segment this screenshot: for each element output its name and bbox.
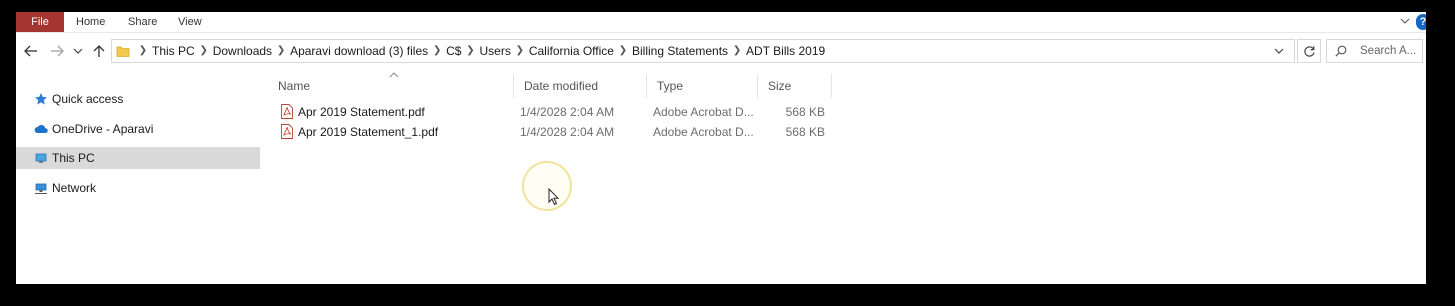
network-icon xyxy=(35,183,47,194)
file-type: Adobe Acrobat D... xyxy=(653,105,753,119)
navigation-toolbar: ❯ This PC ❯ Downloads ❯ Aparavi download… xyxy=(16,36,1426,66)
file-row[interactable]: Apr 2019 Statement_1.pdf 1/4/2028 2:04 A… xyxy=(268,122,832,142)
breadcrumb-billing-statements[interactable]: Billing Statements xyxy=(632,44,728,58)
back-button[interactable] xyxy=(20,40,42,62)
breadcrumb-this-pc[interactable]: This PC xyxy=(152,44,195,58)
arrow-up-icon xyxy=(93,45,105,57)
file-name: Apr 2019 Statement_1.pdf xyxy=(298,125,439,139)
tab-file[interactable]: File xyxy=(16,12,64,32)
folder-icon xyxy=(116,46,130,57)
breadcrumb-california-office[interactable]: California Office xyxy=(529,44,614,58)
navigation-pane: Quick access OneDrive - Aparavi This PC … xyxy=(16,72,260,284)
breadcrumb-separator-icon[interactable]: ❯ xyxy=(195,40,213,62)
pdf-file-icon xyxy=(281,124,293,139)
file-name: Apr 2019 Statement.pdf xyxy=(298,105,425,119)
breadcrumb-c-share[interactable]: C$ xyxy=(446,44,461,58)
column-header-name[interactable]: Name xyxy=(268,74,514,98)
tab-view[interactable]: View xyxy=(178,12,202,32)
address-bar[interactable]: ❯ This PC ❯ Downloads ❯ Aparavi download… xyxy=(111,39,1295,63)
tab-share[interactable]: Share xyxy=(128,12,157,32)
breadcrumb-separator-icon[interactable]: ❯ xyxy=(461,40,479,62)
refresh-icon xyxy=(1303,45,1315,57)
file-date-modified: 1/4/2028 2:04 AM xyxy=(520,105,615,119)
up-folder-button[interactable] xyxy=(88,40,110,62)
nav-item-network[interactable]: Network xyxy=(16,177,260,199)
file-size: 568 KB xyxy=(785,125,825,139)
forward-button[interactable] xyxy=(46,40,68,62)
file-list-view: Name Date modified Type Size Apr 2019 St… xyxy=(268,72,1426,284)
file-size: 568 KB xyxy=(785,105,825,119)
expand-ribbon-chevron-icon[interactable] xyxy=(1398,14,1412,28)
file-explorer-window: File Home Share View ? ❯ This PC ❯ Downl… xyxy=(16,12,1426,284)
pdf-file-icon xyxy=(281,104,293,119)
nav-item-label: Network xyxy=(52,181,97,195)
arrow-left-icon xyxy=(24,45,37,57)
nav-item-onedrive[interactable]: OneDrive - Aparavi xyxy=(16,118,260,140)
breadcrumb-separator-icon[interactable]: ❯ xyxy=(272,40,290,62)
file-row[interactable]: Apr 2019 Statement.pdf 1/4/2028 2:04 AM … xyxy=(268,102,832,122)
breadcrumb-separator-icon[interactable]: ❯ xyxy=(614,40,632,62)
address-history-chevron-down-icon[interactable] xyxy=(1272,44,1286,58)
star-icon xyxy=(35,93,47,105)
arrow-right-icon xyxy=(51,45,64,57)
search-input[interactable]: Search A... xyxy=(1326,39,1423,63)
refresh-button[interactable] xyxy=(1297,39,1321,63)
breadcrumb-separator-icon[interactable]: ❯ xyxy=(511,40,529,62)
column-header-date-modified[interactable]: Date modified xyxy=(514,74,647,98)
search-icon xyxy=(1335,45,1347,57)
computer-icon xyxy=(35,153,47,163)
column-header-type[interactable]: Type xyxy=(647,74,758,98)
file-type: Adobe Acrobat D... xyxy=(653,125,753,139)
cursor-highlight-ring xyxy=(522,161,572,211)
column-header-size[interactable]: Size xyxy=(758,74,832,98)
breadcrumb-aparavi-download[interactable]: Aparavi download (3) files xyxy=(290,44,428,58)
ribbon-tab-bar: File Home Share View ? xyxy=(16,12,1426,33)
breadcrumb-separator-icon[interactable]: ❯ xyxy=(428,40,446,62)
mouse-pointer-icon xyxy=(548,188,560,206)
breadcrumb-separator-icon[interactable]: ❯ xyxy=(728,40,746,62)
nav-item-quick-access[interactable]: Quick access xyxy=(16,88,260,110)
breadcrumb-adt-bills-2019[interactable]: ADT Bills 2019 xyxy=(746,44,825,58)
breadcrumb-users[interactable]: Users xyxy=(479,44,510,58)
file-date-modified: 1/4/2028 2:04 AM xyxy=(520,125,615,139)
chevron-down-icon xyxy=(73,48,83,54)
cloud-icon xyxy=(34,124,48,133)
nav-item-label: Quick access xyxy=(52,92,124,106)
nav-item-label: OneDrive - Aparavi xyxy=(52,122,154,136)
nav-item-this-pc[interactable]: This PC xyxy=(16,147,260,169)
nav-item-label: This PC xyxy=(52,151,95,165)
breadcrumb-separator-icon[interactable]: ❯ xyxy=(134,40,152,62)
breadcrumb-downloads[interactable]: Downloads xyxy=(213,44,272,58)
help-icon[interactable]: ? xyxy=(1416,14,1426,30)
breadcrumb: ❯ This PC ❯ Downloads ❯ Aparavi download… xyxy=(134,40,825,62)
recent-locations-button[interactable] xyxy=(70,40,86,62)
tab-home[interactable]: Home xyxy=(76,12,105,32)
search-placeholder: Search A... xyxy=(1360,45,1417,57)
